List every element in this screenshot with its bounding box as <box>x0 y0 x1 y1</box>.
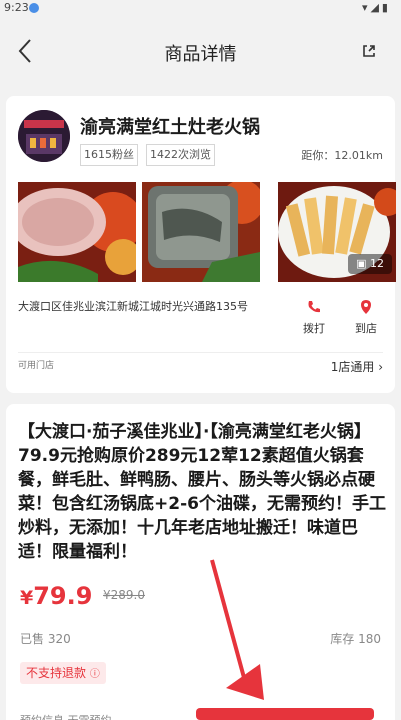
call-button[interactable]: 拨打 <box>294 299 334 339</box>
call-label: 拨打 <box>303 322 325 335</box>
store-photo[interactable] <box>18 182 136 282</box>
location-pin-icon <box>346 299 386 317</box>
chevron-right-icon: › <box>378 360 383 374</box>
store-name: 渝亮满堂红土灶老火锅 <box>80 117 260 138</box>
photo-count-badge: ▣ 12 <box>348 254 392 274</box>
store-address: 大渡口区佳兆业滨江新城江城时光兴通路135号 <box>18 300 248 313</box>
views-count: 1422次浏览 <box>146 144 215 166</box>
fans-count: 1615粉丝 <box>80 144 138 166</box>
usable-stores-label: 可用门店 <box>18 361 55 371</box>
chevron-left-icon <box>18 39 31 63</box>
status-time: 9:23 <box>4 1 29 14</box>
status-bar: 9:23 ▾◢▮ <box>0 0 401 16</box>
notification-icon <box>29 3 39 13</box>
refund-badge: 不支持退款 ⓘ <box>20 662 106 684</box>
distance: 距你：12.01km <box>301 149 383 162</box>
store-photo[interactable] <box>142 182 260 282</box>
store-logo-image <box>18 110 70 162</box>
store-card: 渝亮满堂红土灶老火锅 1615粉丝 1422次浏览 距你：12.01km ▣ 1… <box>6 96 396 393</box>
top-app-bar: 商品详情 <box>0 16 401 86</box>
store-avatar[interactable] <box>18 110 70 162</box>
navigate-label: 到店 <box>355 322 377 335</box>
page-title: 商品详情 <box>164 44 237 65</box>
original-price: ¥289.0 <box>103 588 145 602</box>
store-photo[interactable]: ▣ 12 <box>278 182 396 282</box>
share-button[interactable] <box>359 41 379 61</box>
phone-icon <box>294 299 334 317</box>
status-icons: ▾◢▮ <box>361 1 391 14</box>
stock-count: 库存 180 <box>330 632 381 646</box>
booking-info: 预约信息 无需预约 <box>20 712 112 720</box>
navigate-button[interactable]: 到店 <box>346 299 386 339</box>
current-price: ¥79.9 <box>20 582 93 610</box>
sold-count: 已售 320 <box>20 632 71 646</box>
share-icon <box>363 45 375 57</box>
info-icon: ⓘ <box>89 669 100 680</box>
product-card: 【大渡口·茄子溪佳兆业】·【渝亮满堂红老火锅】79.9元抢购原价289元12荤1… <box>6 404 395 720</box>
usable-stores-link[interactable]: 1店通用 › <box>331 358 383 375</box>
product-title: 【大渡口·茄子溪佳兆业】·【渝亮满堂红老火锅】79.9元抢购原价289元12荤1… <box>18 422 386 562</box>
divider <box>18 352 383 353</box>
back-button[interactable] <box>12 34 44 68</box>
image-icon: ▣ <box>356 257 367 270</box>
